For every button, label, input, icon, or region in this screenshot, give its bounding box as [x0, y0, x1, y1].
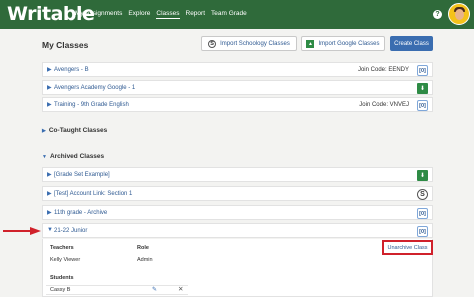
chevron-right-icon[interactable]: ▶: [47, 101, 52, 108]
teacher-role: Admin: [137, 257, 153, 263]
students-header: Students: [50, 275, 74, 281]
archived-class-row-expanded[interactable]: ▼ 21-22 Junior [0]: [42, 223, 433, 238]
classlink-icon[interactable]: [0]: [417, 100, 428, 111]
cotaught-section-header[interactable]: ▶ Co-Taught Classes: [42, 127, 107, 134]
chevron-right-icon[interactable]: ▶: [47, 209, 52, 216]
avatar[interactable]: [448, 3, 470, 25]
classlink-icon[interactable]: [0]: [417, 65, 428, 76]
class-row[interactable]: ▶ Training - 9th Grade English Join Code…: [42, 97, 433, 112]
teachers-header: Teachers: [50, 245, 74, 251]
create-class-button[interactable]: Create Class: [390, 36, 433, 51]
top-nav: Writable My Assignments Explore Classes …: [0, 0, 474, 29]
google-classroom-icon: ▲: [306, 39, 315, 48]
close-icon[interactable]: ✕: [178, 285, 183, 293]
import-google-button[interactable]: ▲ Import Google Classes: [301, 36, 385, 51]
chevron-right-icon[interactable]: ▶: [47, 66, 52, 73]
archived-label: Archived Classes: [49, 153, 105, 160]
nav-classes[interactable]: Classes: [156, 10, 180, 19]
help-icon[interactable]: ?: [433, 10, 442, 19]
chevron-right-icon[interactable]: ▶: [47, 190, 52, 197]
class-row[interactable]: ▶ Avengers - B Join Code: EENDY [0]: [42, 62, 433, 77]
classlink-icon[interactable]: [0]: [417, 226, 428, 237]
cotaught-label: Co-Taught Classes: [48, 127, 108, 134]
archived-class-row[interactable]: ▶ 11th grade - Archive [0]: [42, 205, 433, 220]
unarchive-class-button[interactable]: Unarchive Class: [382, 240, 433, 255]
student-name: Cassy B: [50, 287, 71, 293]
join-code: Join Code: EENDY: [357, 67, 409, 73]
chevron-down-icon[interactable]: ▼: [47, 227, 53, 233]
google-classroom-icon[interactable]: ⬇: [417, 170, 428, 181]
class-name[interactable]: Avengers Academy Google - 1: [54, 85, 135, 91]
teacher-name: Kelly Viewer: [50, 257, 81, 263]
class-name[interactable]: [Test] Account Link: Section 1: [54, 191, 132, 197]
archived-class-row[interactable]: ▶ [Test] Account Link: Section 1 S: [42, 186, 433, 201]
role-header: Role: [137, 245, 149, 251]
nav-report[interactable]: Report: [186, 10, 206, 19]
class-name[interactable]: 11th grade - Archive: [54, 210, 107, 216]
classlink-icon[interactable]: [0]: [417, 208, 428, 219]
nav-explore[interactable]: Explore: [128, 10, 150, 19]
import-schoology-button[interactable]: S Import Schoology Classes: [201, 36, 297, 51]
join-code: Join Code: VNVEJ: [359, 102, 409, 108]
chevron-right-icon[interactable]: ▶: [47, 171, 52, 178]
google-classroom-icon[interactable]: ⬇: [417, 83, 428, 94]
class-name[interactable]: Training - 9th Grade English: [54, 102, 129, 108]
nav-team-grade[interactable]: Team Grade: [211, 10, 247, 19]
nav-my-assignments[interactable]: My Assignments: [75, 10, 122, 19]
import-schoology-label: Import Schoology Classes: [220, 40, 290, 47]
page-title: My Classes: [42, 40, 89, 50]
class-name[interactable]: 21-22 Junior: [54, 228, 87, 234]
class-row[interactable]: ▶ Avengers Academy Google - 1 ⬇: [42, 80, 433, 95]
pencil-icon[interactable]: ✎: [152, 286, 157, 293]
nav-links: My Assignments Explore Classes Report Te…: [75, 10, 253, 19]
chevron-right-icon: ▶: [42, 128, 46, 134]
class-name[interactable]: [Grade Set Example]: [54, 172, 110, 178]
avatar-face: [455, 9, 464, 20]
chevron-down-icon: ▼: [42, 154, 47, 160]
chevron-right-icon[interactable]: ▶: [47, 84, 52, 91]
archived-section-header[interactable]: ▼ Archived Classes: [42, 153, 104, 160]
archived-class-row[interactable]: ▶ [Grade Set Example] ⬇: [42, 167, 433, 182]
class-name[interactable]: Avengers - B: [54, 67, 89, 73]
red-arrow-icon: [3, 227, 41, 235]
schoology-icon[interactable]: S: [417, 189, 428, 200]
schoology-icon: S: [208, 39, 217, 48]
import-google-label: Import Google Classes: [318, 40, 380, 47]
